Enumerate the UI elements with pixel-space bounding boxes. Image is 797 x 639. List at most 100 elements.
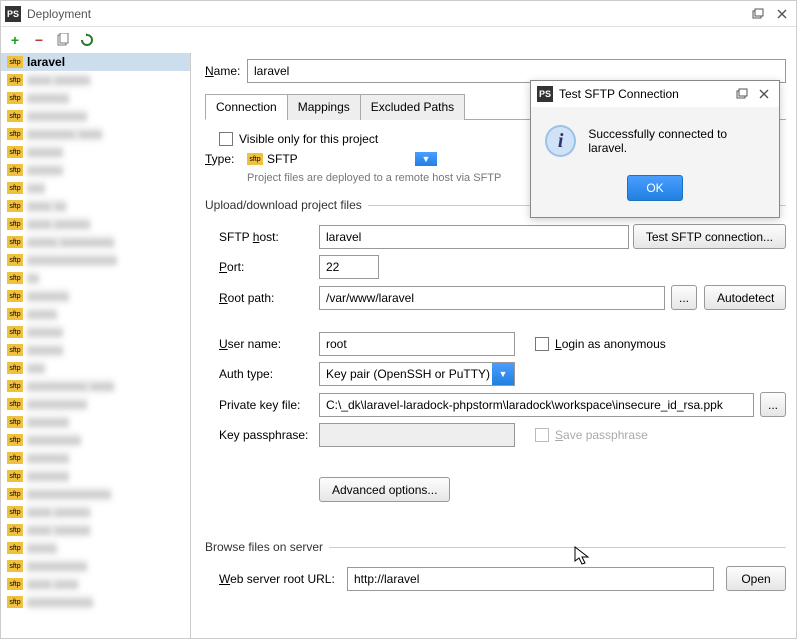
sidebar-item[interactable]: sftpxxxxxxxxxxx [1,593,190,611]
dialog-message: Successfully connected to laravel. [588,127,765,155]
server-list-sidebar[interactable]: sftp laravel sftpxxxx xxxxxx sftpxxxxxxx… [1,53,191,638]
root-path-input[interactable] [319,286,665,310]
sidebar-item[interactable]: sftpxxxx xxxxxx [1,521,190,539]
copy-icon[interactable] [55,32,71,48]
upload-download-group: Upload/download project files SFTP host:… [205,198,786,516]
sidebar-item[interactable]: sftpxxxxxxxxxx [1,107,190,125]
sftp-icon: sftp [7,380,23,392]
sidebar-item[interactable]: sftpxxxxxxx [1,89,190,107]
sftp-icon: sftp [7,182,23,194]
sidebar-item[interactable]: sftpxxxx xxxxxx [1,215,190,233]
host-label: SFTP host: [219,230,319,244]
sftp-icon: sftp [7,236,23,248]
sidebar-item[interactable]: sftpxxxxxxxxxx [1,395,190,413]
sidebar-item[interactable]: sftpxxxxxxx [1,287,190,305]
sidebar-item[interactable]: sftpxxxxxxx [1,467,190,485]
dialog-titlebar[interactable]: PS Test SFTP Connection [531,81,779,107]
sftp-icon: sftp [7,506,23,518]
host-input[interactable] [319,225,629,249]
window-title: Deployment [27,7,744,21]
sidebar-item-laravel[interactable]: sftp laravel [1,53,190,71]
sidebar-item[interactable]: sftpxxxxxxxxx [1,431,190,449]
visible-only-label: Visible only for this project [239,132,378,146]
sftp-icon: sftp [7,74,23,86]
chevron-down-icon: ▼ [415,152,437,166]
sidebar-item[interactable]: sftpxxxxx [1,539,190,557]
sftp-icon: sftp [7,434,23,446]
sftp-icon: sftp [7,290,23,302]
sftp-icon: sftp [7,326,23,338]
open-button[interactable]: Open [726,566,786,591]
sidebar-item[interactable]: sftpxxxx xxxx [1,575,190,593]
sftp-icon: sftp [7,344,23,356]
sidebar-item[interactable]: sftpxxxxx xxxxxxxxx [1,233,190,251]
tab-connection[interactable]: Connection [205,94,288,120]
username-input[interactable] [319,332,515,356]
autodetect-button[interactable]: Autodetect [704,285,786,310]
sftp-icon: sftp [7,524,23,536]
sidebar-item[interactable]: sftpxxxxxxxxxxxxxx [1,485,190,503]
sidebar-item[interactable]: sftpxx [1,269,190,287]
auth-type-select[interactable]: Key pair (OpenSSH or PuTTY) ▼ [319,362,515,386]
sidebar-item[interactable]: sftpxxxx xxxxxx [1,503,190,521]
sftp-icon: sftp [7,56,23,68]
url-input[interactable] [347,567,714,591]
save-passphrase-checkbox [535,428,549,442]
upload-legend: Upload/download project files [205,198,368,212]
sidebar-item[interactable]: sftpxxxxxx [1,143,190,161]
type-select[interactable]: sftp SFTP ▼ [247,152,437,166]
sidebar-item[interactable]: sftpxxxx xxxxxx [1,71,190,89]
sidebar-item[interactable]: sftpxxxxxxxxxx xxxx [1,377,190,395]
name-label: Name: [205,64,247,78]
sftp-icon: sftp [7,92,23,104]
tab-mappings[interactable]: Mappings [287,94,361,120]
sidebar-item[interactable]: sftpxxxxxx [1,341,190,359]
remove-button[interactable]: − [31,32,47,48]
sidebar-item[interactable]: sftpxxxxxxx [1,413,190,431]
ok-button[interactable]: OK [627,175,682,201]
sidebar-item[interactable]: sftpxxxxxx [1,323,190,341]
type-label: Type: [205,152,247,166]
sidebar-item[interactable]: sftpxxxxxx [1,161,190,179]
save-passphrase-label: Save passphrase [555,428,648,442]
visible-only-checkbox[interactable] [219,132,233,146]
sidebar-item[interactable]: sftpxxx [1,179,190,197]
private-key-input[interactable] [319,393,754,417]
port-label: Port: [219,260,319,274]
port-input[interactable] [319,255,379,279]
sidebar-item[interactable]: sftpxxxx xx [1,197,190,215]
sftp-icon: sftp [7,398,23,410]
passphrase-label: Key passphrase: [219,428,319,442]
app-icon: PS [537,86,553,102]
close-icon[interactable] [772,6,792,22]
sftp-icon: sftp [7,254,23,266]
toolbar: + − [1,27,796,53]
close-icon[interactable] [755,86,773,102]
tab-excluded-paths[interactable]: Excluded Paths [360,94,465,120]
browse-root-button[interactable]: ... [671,285,697,310]
sftp-icon: sftp [7,308,23,320]
url-label: Web server root URL: [219,572,347,586]
advanced-options-button[interactable]: Advanced options... [319,477,450,502]
sftp-icon: sftp [7,128,23,140]
test-connection-button[interactable]: Test SFTP connection... [633,224,786,249]
sidebar-item[interactable]: sftpxxxxx [1,305,190,323]
restore-icon[interactable] [733,86,751,102]
sidebar-item[interactable]: sftpxxxxxxxxxxxxxxx [1,251,190,269]
window-titlebar[interactable]: PS Deployment [1,1,796,27]
browse-legend: Browse files on server [205,540,329,554]
anonymous-checkbox[interactable] [535,337,549,351]
add-button[interactable]: + [7,32,23,48]
sftp-icon: sftp [7,470,23,482]
sftp-icon: sftp [7,218,23,230]
sftp-icon: sftp [7,416,23,428]
refresh-icon[interactable] [79,32,95,48]
sidebar-item[interactable]: sftpxxxxxxxxxx [1,557,190,575]
dialog-title: Test SFTP Connection [559,87,729,101]
browse-key-button[interactable]: ... [760,392,786,417]
root-label: Root path: [219,291,319,305]
restore-icon[interactable] [748,6,768,22]
sidebar-item[interactable]: sftpxxx [1,359,190,377]
sidebar-item[interactable]: sftpxxxxxxx [1,449,190,467]
sidebar-item[interactable]: sftpxxxxxxxx xxxx [1,125,190,143]
